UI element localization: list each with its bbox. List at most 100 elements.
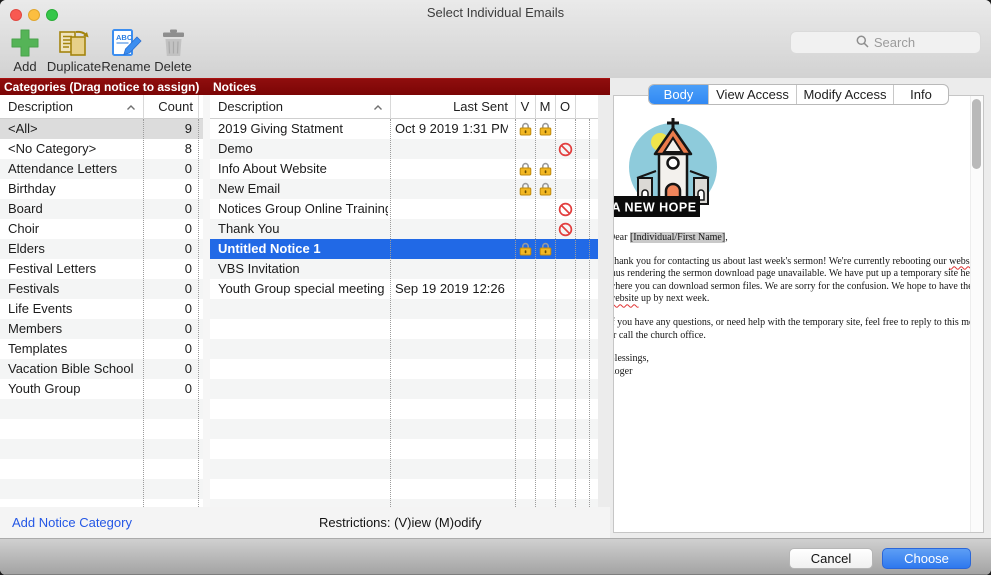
notice-name: Demo — [218, 139, 388, 159]
lock-icon — [535, 159, 555, 179]
notices-owned-header[interactable]: O — [555, 95, 575, 118]
duplicate-button[interactable]: Duplicate — [46, 26, 102, 74]
category-count: 0 — [130, 239, 192, 259]
select-individual-emails-window: Select Individual Emails AddDuplicateABC… — [0, 0, 991, 575]
search-input[interactable]: Search — [790, 31, 981, 54]
category-count: 9 — [130, 119, 192, 139]
category-name: Templates — [8, 339, 138, 359]
category-row[interactable]: Festival Letters0 — [0, 259, 203, 279]
tab-info[interactable]: Info — [893, 85, 948, 105]
restricted-icon — [555, 219, 575, 239]
category-name: <No Category> — [8, 139, 138, 159]
category-name: Festival Letters — [8, 259, 138, 279]
empty-row — [0, 439, 203, 459]
header-divider — [198, 95, 199, 119]
empty-row — [210, 479, 598, 499]
category-count: 0 — [130, 259, 192, 279]
notices-view-header[interactable]: V — [515, 95, 535, 118]
empty-row — [0, 459, 203, 479]
notices-header-row: Description Last Sent V M O — [210, 95, 598, 119]
category-count: 0 — [130, 299, 192, 319]
notices-description-header[interactable]: Description — [218, 95, 283, 118]
category-name: Members — [8, 319, 138, 339]
tab-modify-access[interactable]: Modify Access — [796, 85, 893, 105]
notices-last-sent-header[interactable]: Last Sent — [395, 95, 508, 118]
empty-row — [210, 459, 598, 479]
toolbar-button-label: Delete — [150, 59, 196, 74]
category-name: Life Events — [8, 299, 138, 319]
notice-last-sent — [395, 239, 508, 259]
empty-row — [0, 419, 203, 439]
search-placeholder: Search — [874, 35, 915, 50]
header-divider — [143, 95, 144, 119]
duplicate-icon — [46, 26, 102, 59]
notice-row[interactable]: New Email — [210, 179, 598, 199]
empty-row — [210, 399, 598, 419]
notice-last-sent — [395, 139, 508, 159]
categories-count-header[interactable]: Count — [130, 95, 193, 118]
notice-row[interactable]: 2019 Giving StatmentOct 9 2019 1:31 PM — [210, 119, 598, 139]
notice-name: Youth Group special meeting — [218, 279, 388, 299]
preview-pane: BodyView AccessModify AccessInfo A NEW H… — [610, 78, 991, 538]
add-notice-category-link[interactable]: Add Notice Category — [12, 507, 132, 538]
category-row[interactable]: Choir0 — [0, 219, 203, 239]
tab-body[interactable]: Body — [649, 85, 708, 105]
category-row[interactable]: Templates0 — [0, 339, 203, 359]
category-row[interactable]: Life Events0 — [0, 299, 203, 319]
category-name: Birthday — [8, 179, 138, 199]
tab-view-access[interactable]: View Access — [708, 85, 796, 105]
category-count: 0 — [130, 319, 192, 339]
header-divider — [555, 95, 556, 119]
category-row[interactable]: Attendance Letters0 — [0, 159, 203, 179]
cancel-button[interactable]: Cancel — [789, 548, 873, 569]
category-count: 8 — [130, 139, 192, 159]
rename-icon: ABC — [100, 26, 152, 59]
notice-last-sent: Oct 9 2019 1:31 PM — [395, 119, 508, 139]
svg-text:ABC: ABC — [116, 33, 133, 42]
notices-section-title: Notices — [213, 79, 256, 95]
column-divider — [143, 119, 144, 507]
lock-icon — [535, 179, 555, 199]
category-row[interactable]: Vacation Bible School Let0 — [0, 359, 203, 379]
toolbar-button-label: Duplicate — [46, 59, 102, 74]
logo-banner-text: A NEW HOPE — [613, 201, 697, 215]
preview-scrollbar-thumb[interactable] — [972, 99, 981, 169]
add-button[interactable]: Add — [6, 26, 44, 74]
notice-row[interactable]: Notices Group Online Training — [210, 199, 598, 219]
notice-last-sent — [395, 219, 508, 239]
categories-description-header[interactable]: Description — [8, 95, 73, 118]
titlebar: Select Individual Emails AddDuplicateABC… — [0, 0, 991, 78]
choose-button[interactable]: Choose — [882, 548, 971, 569]
notice-row[interactable]: Demo — [210, 139, 598, 159]
notice-row[interactable]: Thank You — [210, 219, 598, 239]
notices-pane: Description Last Sent V M O 2019 Giving … — [210, 95, 598, 507]
delete-button[interactable]: Delete — [150, 26, 196, 74]
preview-scrollbar[interactable] — [970, 96, 983, 532]
email-preview: A NEW HOPE Dear [Individual/First Name],… — [613, 95, 984, 533]
notice-name: Notices Group Online Training — [218, 199, 388, 219]
category-name: Choir — [8, 219, 138, 239]
category-row[interactable]: Board0 — [0, 199, 203, 219]
category-row[interactable]: Youth Group0 — [0, 379, 203, 399]
bottom-strip: Add Notice Category Restrictions: (V)iew… — [0, 507, 610, 538]
notice-last-sent — [395, 259, 508, 279]
category-row[interactable]: <All>9 — [0, 119, 203, 139]
notice-row[interactable]: Youth Group special meetingSep 19 2019 1… — [210, 279, 598, 299]
category-count: 0 — [130, 379, 192, 399]
rename-button[interactable]: ABCRename — [100, 26, 152, 74]
categories-section-title: Categories (Drag notice to assign) — [4, 79, 199, 95]
category-name: Vacation Bible School Let — [8, 359, 138, 379]
header-divider — [390, 95, 391, 119]
category-row[interactable]: <No Category>8 — [0, 139, 203, 159]
category-count: 0 — [130, 279, 192, 299]
notices-modify-header[interactable]: M — [535, 95, 555, 118]
notice-row[interactable]: Info About Website — [210, 159, 598, 179]
category-row[interactable]: Elders0 — [0, 239, 203, 259]
category-row[interactable]: Members0 — [0, 319, 203, 339]
notice-row[interactable]: VBS Invitation — [210, 259, 598, 279]
lock-icon — [535, 119, 555, 139]
category-row[interactable]: Festivals0 — [0, 279, 203, 299]
categories-pane: Description Count <All>9<No Category>8At… — [0, 95, 203, 507]
category-row[interactable]: Birthday0 — [0, 179, 203, 199]
notice-row[interactable]: Untitled Notice 1 — [210, 239, 598, 259]
